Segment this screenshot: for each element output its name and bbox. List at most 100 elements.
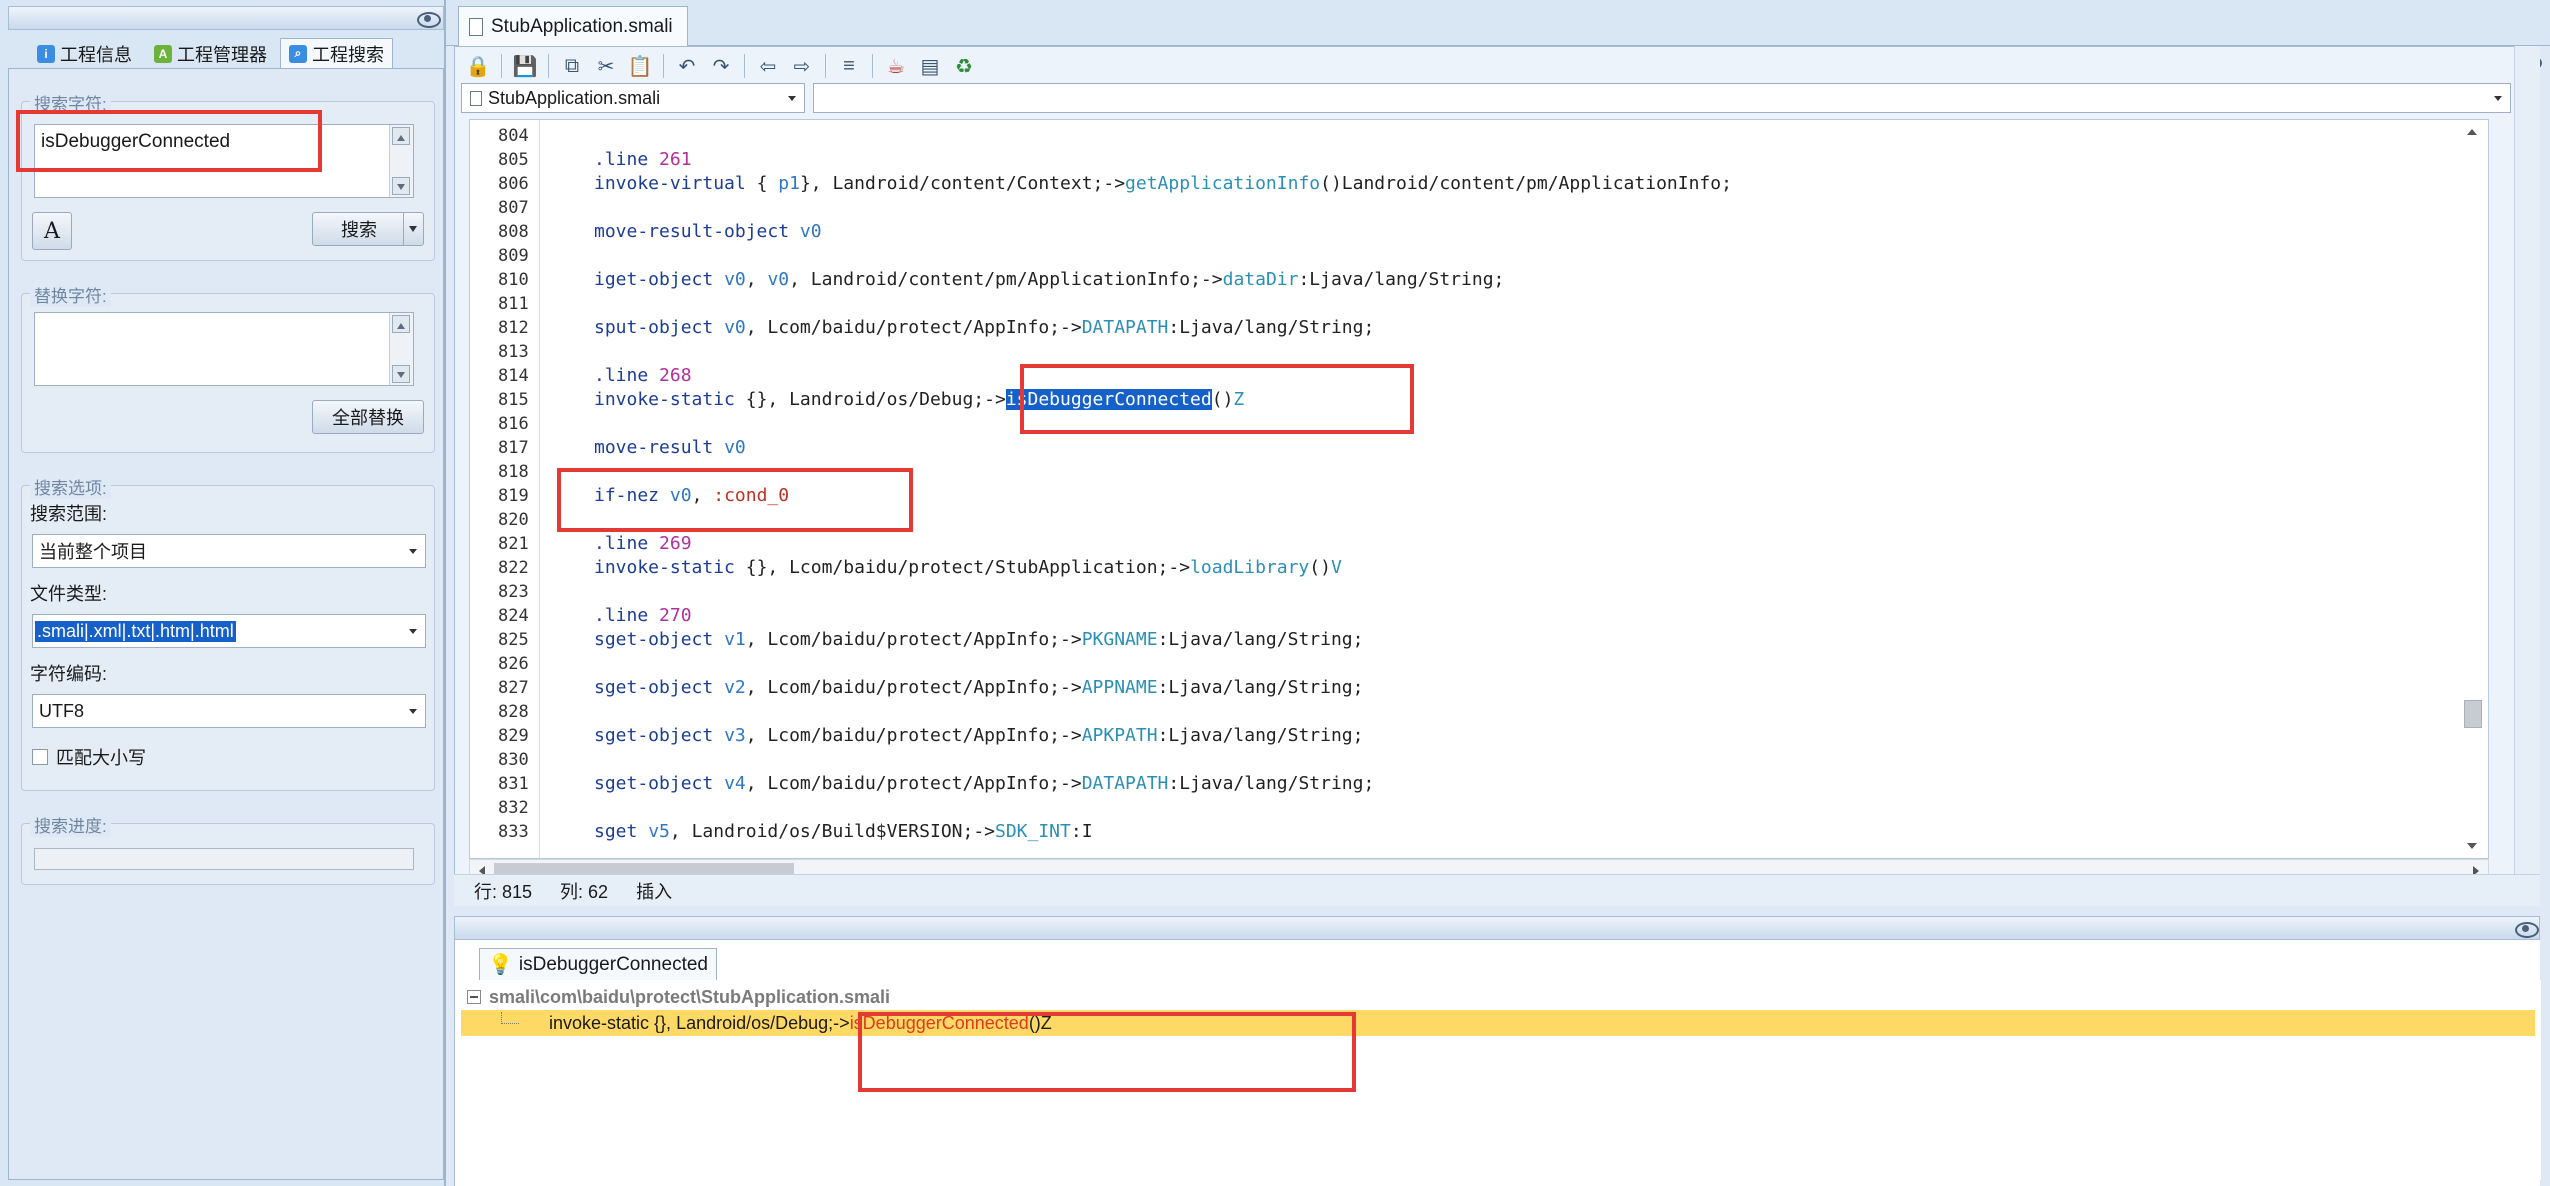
code-token: sput-object (594, 317, 714, 338)
result-tab-label: isDebuggerConnected (518, 953, 708, 975)
chevron-down-icon (2494, 96, 2502, 105)
code-token: v4 (724, 773, 746, 794)
code-text: .line 268 (594, 364, 692, 388)
back-arrow-icon[interactable]: ⇦ (753, 51, 783, 81)
result-file-node[interactable]: smali\com\baidu\protect\StubApplication.… (467, 984, 890, 1010)
code-text: iget-object v0, v0, Landroid/content/pm/… (594, 268, 1504, 292)
replace-input[interactable] (34, 312, 414, 386)
replace-all-label: 全部替换 (332, 408, 404, 428)
code-line: 829 sget-object v3, Lcom/baidu/protect/Ap… (470, 724, 2470, 748)
code-token: :cond_0 (713, 485, 790, 506)
match-case-checkbox[interactable] (32, 749, 48, 765)
code-line: 822 invoke-static {}, Lcom/baidu/protect/… (470, 556, 2470, 580)
code-editor[interactable]: 804 805 .line 261 806 invoke-virtual { p1}, … (469, 119, 2489, 859)
search-input[interactable]: isDebuggerConnected (34, 124, 414, 198)
eye-icon[interactable] (2515, 921, 2539, 938)
scroll-thumb[interactable] (2464, 700, 2482, 728)
tab-project-search[interactable]: ⌕ 工程搜索 (280, 38, 393, 68)
run-icon[interactable]: ♻ (949, 51, 979, 81)
line-number: 823 (498, 582, 529, 602)
replace-input-scrollbar[interactable] (389, 313, 413, 385)
eye-icon[interactable] (417, 11, 441, 28)
file-select[interactable]: StubApplication.smali (461, 83, 805, 113)
editor-toolbar: 🔒 💾 ⧉ ✂ 📋 ↶ ↷ ⇦ ⇨ ≡ ☕ ▤ ♻ (463, 49, 979, 83)
chevron-down-icon[interactable] (2467, 843, 2477, 854)
line-number: 807 (498, 198, 529, 218)
code-line: 808 move-result-object v0 (470, 220, 2470, 244)
status-column: 列: 62 (560, 881, 609, 902)
editor-outer-scrollbar[interactable] (2514, 46, 2540, 906)
cut-icon[interactable]: ✂ (591, 51, 621, 81)
match-case-option[interactable]: 匹配大小写 (32, 744, 146, 770)
match-case-label: 匹配大小写 (56, 748, 146, 768)
code-line: 813 (470, 340, 2470, 364)
line-number: 804 (498, 126, 529, 146)
collapse-icon[interactable] (467, 990, 481, 1004)
toolbar-separator (501, 54, 502, 78)
code-token: , Lcom/baidu/protect/AppInfo;-> (745, 629, 1082, 650)
encoding-select[interactable]: UTF8 (32, 694, 426, 728)
font-style-button[interactable]: A (32, 212, 72, 250)
tab-search-result[interactable]: 💡 isDebuggerConnected (479, 948, 717, 980)
code-token: , Landroid/content/pm/ApplicationInfo;-> (789, 269, 1223, 290)
toolbar-separator (744, 54, 745, 78)
lock-icon[interactable]: 🔒 (463, 51, 493, 81)
save-icon[interactable]: 💾 (510, 51, 540, 81)
filetype-select[interactable]: .smali|.xml|.txt|.htm|.html (32, 614, 426, 648)
code-line: 826 (470, 652, 2470, 676)
tab-label: 工程搜索 (312, 44, 384, 65)
code-token: v0 (724, 437, 746, 458)
editor-tab-bar: StubApplication.smali (446, 0, 2550, 71)
code-token: sget-object (594, 725, 714, 746)
document-icon[interactable]: ▤ (915, 51, 945, 81)
search-progress-bar (34, 848, 414, 870)
code-line: 831 sget-object v4, Lcom/baidu/protect/Ap… (470, 772, 2470, 796)
encoding-value: UTF8 (39, 700, 84, 721)
member-select[interactable] (813, 83, 2511, 113)
chevron-down-icon (409, 629, 417, 638)
result-match-row[interactable]: invoke-static {}, Landroid/os/Debug;->is… (461, 1010, 2535, 1036)
code-token: move-result (594, 437, 714, 458)
chevron-down-icon (788, 96, 796, 105)
forward-arrow-icon[interactable]: ⇨ (787, 51, 817, 81)
chevron-up-icon[interactable] (2467, 124, 2477, 135)
search-input-text: isDebuggerConnected (41, 131, 231, 152)
code-token: invoke-static (594, 557, 735, 578)
code-line: 817 move-result v0 (470, 436, 2470, 460)
tab-project-info[interactable]: i 工程信息 (28, 38, 141, 68)
chevron-down-icon (409, 709, 417, 718)
tab-stubapplication[interactable]: StubApplication.smali (458, 6, 688, 46)
format-icon[interactable]: ≡ (834, 51, 864, 81)
tree-connector (501, 1012, 519, 1024)
tab-project-manager[interactable]: A 工程管理器 (145, 38, 276, 68)
undo-icon[interactable]: ↶ (672, 51, 702, 81)
search-button[interactable]: 搜索 (312, 212, 424, 246)
code-text: sput-object v0, Lcom/baidu/protect/AppIn… (594, 316, 1374, 340)
code-line: 827 sget-object v2, Lcom/baidu/protect/Ap… (470, 676, 2470, 700)
search-button-label: 搜索 (341, 220, 377, 240)
code-token: invoke-static (594, 389, 735, 410)
code-token: v0 (799, 221, 822, 242)
scope-label: 搜索范围: (30, 504, 108, 524)
result-tree: smali\com\baidu\protect\StubApplication.… (455, 980, 2541, 1180)
code-token: if-nez (594, 485, 660, 506)
code-token: DATAPATH (1081, 773, 1169, 794)
java-icon[interactable]: ☕ (881, 51, 911, 81)
file-select-value: StubApplication.smali (488, 87, 661, 108)
code-line: 830 (470, 748, 2470, 772)
code-vertical-scrollbar[interactable] (2458, 120, 2488, 858)
copy-icon[interactable]: ⧉ (557, 51, 587, 81)
replace-all-button[interactable]: 全部替换 (312, 400, 424, 434)
tab-label: 工程信息 (60, 44, 132, 65)
code-token: ()Landroid/content/pm/ApplicationInfo; (1320, 173, 1732, 194)
code-line: 819 if-nez v0, :cond_0 (470, 484, 2470, 508)
code-text: sget-object v4, Lcom/baidu/protect/AppIn… (594, 772, 1374, 796)
code-token: sget-object (594, 629, 714, 650)
code-line: 823 (470, 580, 2470, 604)
code-text: .line 261 (594, 148, 692, 172)
search-input-scrollbar[interactable] (389, 125, 413, 197)
scope-select[interactable]: 当前整个项目 (32, 534, 426, 568)
line-number: 812 (498, 318, 529, 338)
redo-icon[interactable]: ↷ (706, 51, 736, 81)
paste-icon[interactable]: 📋 (625, 51, 655, 81)
